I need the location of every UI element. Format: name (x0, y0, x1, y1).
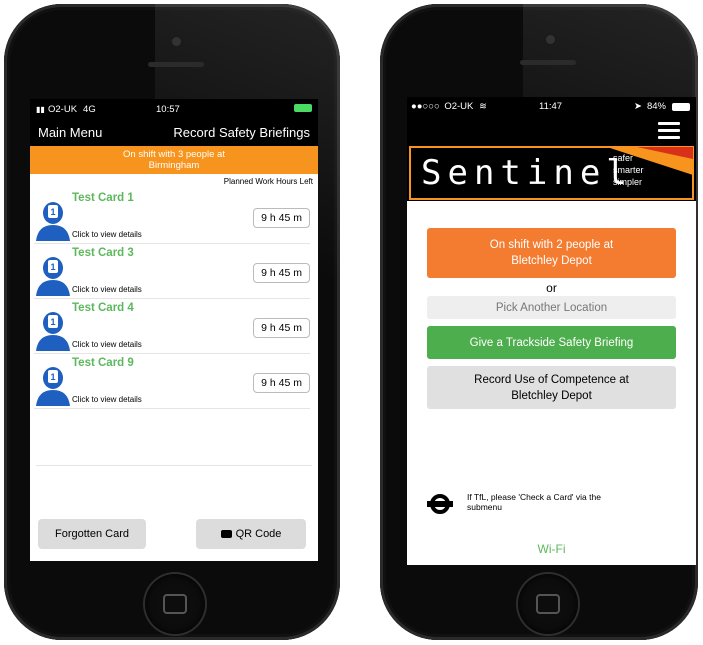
hours-left-badge: 9 h 45 m (253, 208, 310, 228)
time-label: 10:57 (156, 103, 180, 115)
signal-icon: ▮▮ (36, 104, 45, 114)
pick-location-button[interactable]: Pick Another Location (427, 296, 676, 319)
hours-left-badge: 9 h 45 m (253, 318, 310, 338)
tfl-note: If TfL, please 'Check a Card' via the su… (467, 492, 601, 512)
battery-percent: 84% (646, 101, 666, 112)
hours-column-header: Planned Work Hours Left (223, 177, 313, 186)
record-competence-line2: Bletchley Depot (511, 389, 592, 402)
pick-location-label: Pick Another Location (495, 301, 608, 314)
nav-bar: Main Menu Record Safety Briefings (30, 119, 318, 146)
logo-tagline-safer: safer (613, 153, 634, 163)
tfl-note-line2: submenu (467, 502, 502, 512)
qr-code-button[interactable]: QR Code (196, 519, 306, 549)
home-square-icon (536, 594, 560, 614)
card-subtitle: Click to view details (72, 230, 142, 239)
tfl-note-line1: If TfL, please 'Check a Card' via the (467, 492, 601, 502)
card-name: Test Card 3 (72, 247, 134, 259)
front-camera-icon (546, 35, 555, 44)
logo-tagline: safer smarter simpler (613, 152, 644, 188)
shift-button-line1: On shift with 2 people at (489, 239, 614, 251)
time-label: 11:47 (539, 101, 563, 112)
record-competence-button[interactable]: Record Use of Competence at Bletchley De… (427, 366, 676, 409)
card-row[interactable]: 1 Test Card 3 Click to view details 9 h … (34, 244, 310, 299)
camera-icon (220, 530, 232, 538)
card-name: Test Card 1 (72, 192, 134, 204)
sentinel-logo-banner: Sentinel safer smarter simpler (407, 145, 696, 201)
signal-icon: ●●○○○ (411, 101, 440, 112)
carrier-label: O2-UK (48, 103, 78, 115)
logo-tagline-smarter: smarter (613, 165, 644, 175)
forgotten-card-label: Forgotten Card (55, 528, 129, 540)
card-row[interactable]: 1 Test Card 1 Click to view details 9 h … (34, 189, 310, 244)
home-square-icon (163, 594, 187, 614)
shift-button-line2: Bletchley Depot (511, 255, 592, 267)
list-divider (36, 465, 312, 466)
card-row[interactable]: 1 Test Card 9 Click to view details 9 h … (34, 354, 310, 409)
main-menu-button[interactable]: Main Menu (38, 125, 102, 140)
svg-text:1: 1 (50, 372, 55, 382)
carrier-label: O2-UK (444, 101, 474, 112)
card-name: Test Card 4 (72, 302, 134, 314)
svg-text:1: 1 (50, 317, 55, 327)
shift-banner-line2: Birmingham (148, 160, 200, 171)
hours-left-badge: 9 h 45 m (253, 263, 310, 283)
person-avatar-icon: 1 (36, 312, 70, 351)
earpiece-speaker (520, 60, 576, 65)
card-subtitle: Click to view details (72, 285, 142, 294)
card-subtitle: Click to view details (72, 395, 142, 404)
nav-bar: ●●○○○ O2-UK ≋ 11:47 ➤ 84% (407, 97, 696, 145)
card-subtitle: Click to view details (72, 340, 142, 349)
record-competence-line1: Record Use of Competence at (474, 373, 629, 386)
front-camera-icon (172, 37, 181, 46)
page-title: Record Safety Briefings (173, 125, 310, 140)
qr-code-label: QR Code (235, 528, 282, 540)
person-avatar-icon: 1 (36, 257, 70, 296)
battery-icon (294, 104, 312, 112)
logo-tagline-simpler: simpler (613, 177, 643, 187)
left-phone-screen: ▮▮ O2-UK 4G 10:57 Main Menu Record Safet… (30, 99, 318, 561)
or-separator: or (546, 281, 557, 295)
card-list: 1 Test Card 1 Click to view details 9 h … (30, 189, 318, 409)
battery-icon (672, 103, 690, 111)
logo-wordmark: Sentinel (421, 153, 633, 193)
home-button[interactable] (518, 574, 578, 634)
hamburger-menu-icon[interactable] (658, 122, 680, 143)
status-bar: ●●○○○ O2-UK ≋ 11:47 ➤ 84% (411, 101, 690, 115)
tfl-roundel-icon (427, 494, 453, 514)
wifi-icon: ≋ (479, 101, 487, 112)
hours-left-badge: 9 h 45 m (253, 373, 310, 393)
status-bar: ▮▮ O2-UK 4G 10:57 (30, 99, 318, 119)
card-name: Test Card 9 (72, 357, 134, 369)
person-avatar-icon: 1 (36, 202, 70, 241)
location-icon: ➤ (634, 101, 642, 112)
shift-banner[interactable]: On shift with 3 people at Birmingham (30, 146, 318, 174)
person-avatar-icon: 1 (36, 367, 70, 406)
svg-text:1: 1 (50, 262, 55, 272)
svg-text:1: 1 (50, 207, 55, 217)
shift-banner-line1: On shift with 3 people at (123, 149, 225, 160)
right-phone-screen: ●●○○○ O2-UK ≋ 11:47 ➤ 84% Sentinel safer… (407, 97, 696, 565)
forgotten-card-button[interactable]: Forgotten Card (38, 519, 146, 549)
give-briefing-label: Give a Trackside Safety Briefing (469, 336, 634, 349)
wifi-status: Wi-Fi (537, 542, 566, 556)
card-row[interactable]: 1 Test Card 4 Click to view details 9 h … (34, 299, 310, 354)
shift-location-button[interactable]: On shift with 2 people at Bletchley Depo… (427, 228, 676, 278)
home-button[interactable] (145, 574, 205, 634)
give-briefing-button[interactable]: Give a Trackside Safety Briefing (427, 326, 676, 359)
earpiece-speaker (148, 62, 204, 67)
network-label: 4G (83, 103, 96, 115)
